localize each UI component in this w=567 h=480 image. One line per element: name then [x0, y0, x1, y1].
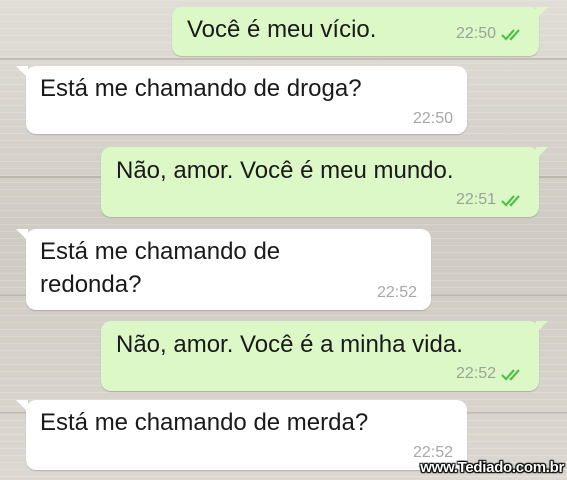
- message-bubble-incoming[interactable]: Está me chamando de merda? 22:52: [26, 400, 467, 470]
- watermark: www.Tediado.com.br: [420, 459, 564, 476]
- double-check-icon: [501, 369, 520, 381]
- message-text: Não, amor. Você é a minha vida.: [116, 331, 463, 358]
- message-meta: 22:50: [456, 25, 527, 43]
- message-time: 22:52: [376, 284, 417, 301]
- message-meta: 22:52: [456, 365, 527, 383]
- message-bubble-outgoing[interactable]: Não, amor. Você é meu mundo. 22:51: [101, 147, 539, 217]
- message-text: Não, amor. Você é meu mundo.: [116, 157, 454, 184]
- message-text-line-2: redonda?: [40, 271, 142, 298]
- message-meta: 22:50: [413, 110, 453, 128]
- bubble-tail: [536, 147, 548, 159]
- message-text-line-1: Está me chamando de: [40, 238, 281, 265]
- message-bubble-incoming[interactable]: Está me chamando de droga? 22:50: [26, 66, 467, 134]
- message-meta: 22:52: [377, 284, 417, 302]
- message-bubble-incoming[interactable]: Está me chamando de redonda? 22:52: [26, 229, 431, 310]
- message-bubble-outgoing[interactable]: Não, amor. Você é a minha vida. 22:52: [101, 321, 539, 391]
- message-time: 22:50: [455, 25, 496, 42]
- double-check-icon: [501, 29, 520, 41]
- message-text: Você é meu vício.: [187, 16, 377, 43]
- bubble-tail: [16, 229, 28, 241]
- chat-area: Você é meu vício. 22:50 Está me chamando…: [0, 0, 567, 480]
- message-time: 22:51: [455, 191, 496, 208]
- bubble-tail: [16, 400, 28, 412]
- bubble-tail: [16, 66, 28, 78]
- message-text: Está me chamando de merda?: [40, 409, 369, 436]
- bubble-tail: [536, 321, 548, 333]
- message-meta: 22:51: [456, 191, 527, 209]
- bubble-tail: [536, 7, 548, 19]
- message-bubble-outgoing[interactable]: Você é meu vício. 22:50: [172, 7, 539, 56]
- message-time: 22:52: [455, 365, 496, 382]
- double-check-icon: [501, 195, 520, 207]
- message-time: 22:50: [412, 110, 453, 127]
- message-text: Está me chamando de droga?: [40, 75, 362, 102]
